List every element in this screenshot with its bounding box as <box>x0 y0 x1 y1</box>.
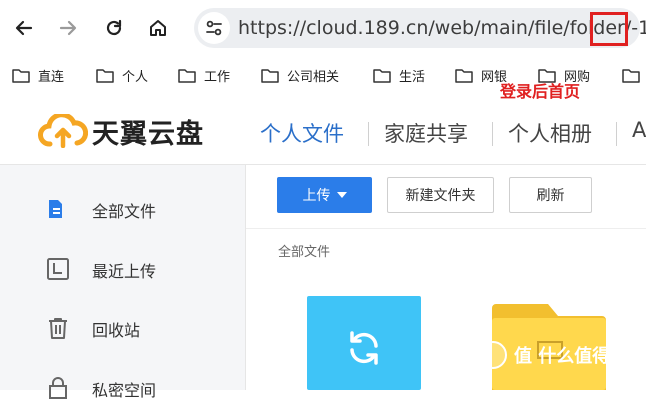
upload-button[interactable]: 上传 <box>277 177 372 213</box>
forward-button[interactable] <box>54 14 82 42</box>
sidebar-item-label: 回收站 <box>92 321 141 340</box>
sidebar: 全部文件 最近上传 回收站 私密空间 <box>0 165 246 400</box>
annotation-label: 登录后首页 <box>500 82 581 101</box>
sidebar-item-all-files[interactable]: 全部文件 <box>0 189 245 229</box>
folder-icon <box>12 68 30 83</box>
bookmark-label: 生活 <box>399 69 426 85</box>
sidebar-item-label: 全部文件 <box>92 202 157 221</box>
bookmark-folder[interactable]: 公司相关 <box>261 56 339 94</box>
arrow-right-icon <box>59 20 77 36</box>
home-button[interactable] <box>144 14 172 42</box>
reload-button[interactable] <box>100 14 128 42</box>
sidebar-item-label: 最近上传 <box>92 262 157 281</box>
bookmark-folder[interactable]: 直连 <box>12 56 64 94</box>
tab-personal-files[interactable]: 个人文件 <box>260 118 344 148</box>
lock-icon <box>49 377 67 399</box>
bookmark-label: 个人 <box>122 69 149 85</box>
upload-button-label: 上传 <box>302 188 331 204</box>
bookmark-label: 公司相关 <box>287 69 340 85</box>
folder-icon <box>622 68 640 83</box>
caret-down-icon <box>336 192 347 198</box>
bookmark-label: 工作 <box>204 69 231 85</box>
bookmark-folder[interactable]: 工作 <box>178 56 230 94</box>
arrow-left-icon <box>15 20 33 36</box>
tab-divider <box>616 122 617 146</box>
watermark-text: 值 什么值得买 <box>514 346 629 367</box>
app-header: 天翼云盘 个人文件 家庭共享 个人相册 A <box>0 100 646 165</box>
sidebar-item-recycle-bin[interactable]: 回收站 <box>0 308 245 348</box>
folder-icon <box>261 68 279 83</box>
sync-icon <box>350 331 378 365</box>
clock-icon <box>47 258 69 280</box>
tab-divider <box>368 122 369 146</box>
tab-more[interactable]: A <box>632 118 646 142</box>
folder-icon <box>373 68 391 83</box>
reload-icon <box>106 19 122 36</box>
url-highlight-box <box>590 12 628 46</box>
trash-icon <box>49 318 67 339</box>
sync-folder-tile[interactable] <box>307 296 421 390</box>
bookmark-folder[interactable]: 个人 <box>96 56 148 94</box>
brand-name: 天翼云盘 <box>92 119 204 150</box>
watermark-logo-icon <box>479 341 507 369</box>
sidebar-item-private-space[interactable]: 私密空间 <box>0 368 245 408</box>
address-bar[interactable]: https://cloud.189.cn/web/main/file/folde… <box>194 8 646 48</box>
tab-family-share[interactable]: 家庭共享 <box>384 118 468 148</box>
sidebar-item-recent-uploads[interactable]: 最近上传 <box>0 249 245 289</box>
back-button[interactable] <box>10 14 38 42</box>
tune-icon <box>206 20 222 36</box>
browser-toolbar: https://cloud.189.cn/web/main/file/folde… <box>0 0 646 56</box>
folder-icon <box>178 68 196 83</box>
new-folder-button[interactable]: 新建文件夹 <box>387 177 494 213</box>
file-icon <box>49 200 62 218</box>
refresh-button[interactable]: 刷新 <box>509 177 592 213</box>
site-info-button[interactable] <box>198 12 230 44</box>
cloud-logo-icon <box>38 114 88 148</box>
home-icon <box>150 20 166 36</box>
bookmark-label: 直连 <box>38 69 65 85</box>
folder-icon <box>455 68 473 83</box>
watermark: 值 什么值得买 <box>478 340 628 370</box>
bookmark-folder-overflow[interactable] <box>622 56 646 94</box>
sidebar-item-label: 私密空间 <box>92 381 157 400</box>
bookmark-folder[interactable]: 生活 <box>373 56 425 94</box>
breadcrumb[interactable]: 全部文件 <box>278 241 330 260</box>
tab-personal-album[interactable]: 个人相册 <box>508 118 592 148</box>
url-text: https://cloud.189.cn/web/main/file/folde… <box>238 17 646 39</box>
folder-icon <box>96 68 114 83</box>
tab-divider <box>492 122 493 146</box>
toolbar-divider <box>246 228 646 229</box>
